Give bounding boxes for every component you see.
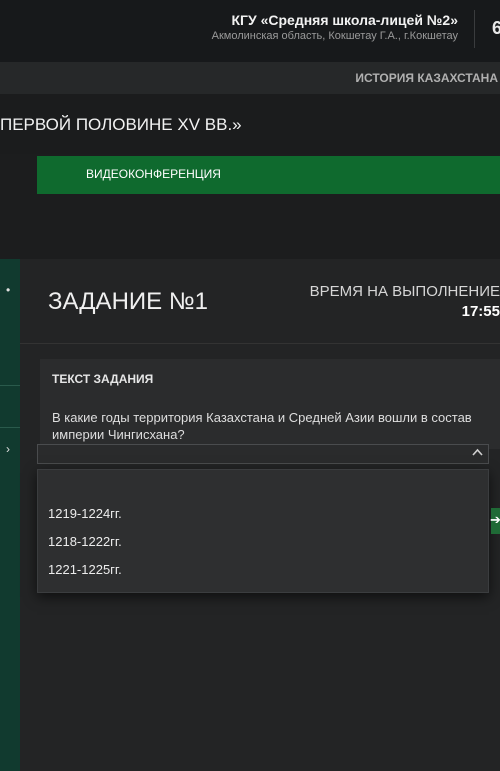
lesson-title: ПЕРВОЙ ПОЛОВИНЕ XV ВВ.»	[0, 115, 242, 134]
answer-option[interactable]: 1218-1222гг.	[48, 534, 122, 549]
answer-option[interactable]: 1221-1225гг.	[48, 562, 122, 577]
subject-name: ИСТОРИЯ КАЗАХСТАНА	[355, 71, 498, 85]
answer-option[interactable]: 1219-1224гг.	[48, 506, 122, 521]
header-divider	[474, 10, 475, 48]
next-button[interactable]: ➔	[490, 508, 500, 534]
top-bar: КГУ «Средняя школа-лицей №2» Акмолинская…	[0, 0, 500, 62]
arrow-right-icon: ➔	[490, 512, 500, 527]
task-text-label: ТЕКСТ ЗАДАНИЯ	[52, 372, 154, 386]
videoconference-button[interactable]: ВИДЕОКОНФЕРЕНЦИЯ	[37, 156, 500, 194]
task-title: ЗАДАНИЕ №1	[48, 288, 208, 315]
school-address: Акмолинская область, Кокшетау Г.А., г.Ко…	[211, 30, 458, 42]
task-text-card: ТЕКСТ ЗАДАНИЯ В какие годы территория Ка…	[40, 359, 500, 449]
lesson-title-bar: ПЕРВОЙ ПОЛОВИНЕ XV ВВ.»	[0, 94, 500, 154]
sidebar: • ›	[0, 259, 20, 771]
chevron-up-icon[interactable]	[472, 447, 483, 459]
sidebar-dot-icon[interactable]: •	[6, 283, 10, 297]
time-label: ВРЕМЯ НА ВЫПОЛНЕНИЕ	[309, 283, 500, 300]
header-number: 6	[492, 18, 500, 38]
sidebar-divider	[0, 385, 20, 386]
answer-dropdown: 1219-1224гг. 1218-1222гг. 1221-1225гг.	[37, 469, 489, 593]
divider	[20, 343, 500, 344]
subject-bar: ИСТОРИЯ КАЗАХСТАНА	[0, 62, 500, 94]
school-name: КГУ «Средняя школа-лицей №2»	[231, 12, 459, 28]
task-panel: ЗАДАНИЕ №1 ВРЕМЯ НА ВЫПОЛНЕНИЕ 17:55 ТЕК…	[20, 259, 500, 771]
answer-select[interactable]	[37, 444, 489, 464]
timer: 17:55	[461, 303, 500, 320]
videoconference-label: ВИДЕОКОНФЕРЕНЦИЯ	[86, 167, 221, 181]
sidebar-divider	[0, 427, 20, 428]
question-text: В какие годы территория Казахстана и Сре…	[52, 410, 472, 442]
sidebar-chevron-icon[interactable]: ›	[6, 442, 10, 456]
